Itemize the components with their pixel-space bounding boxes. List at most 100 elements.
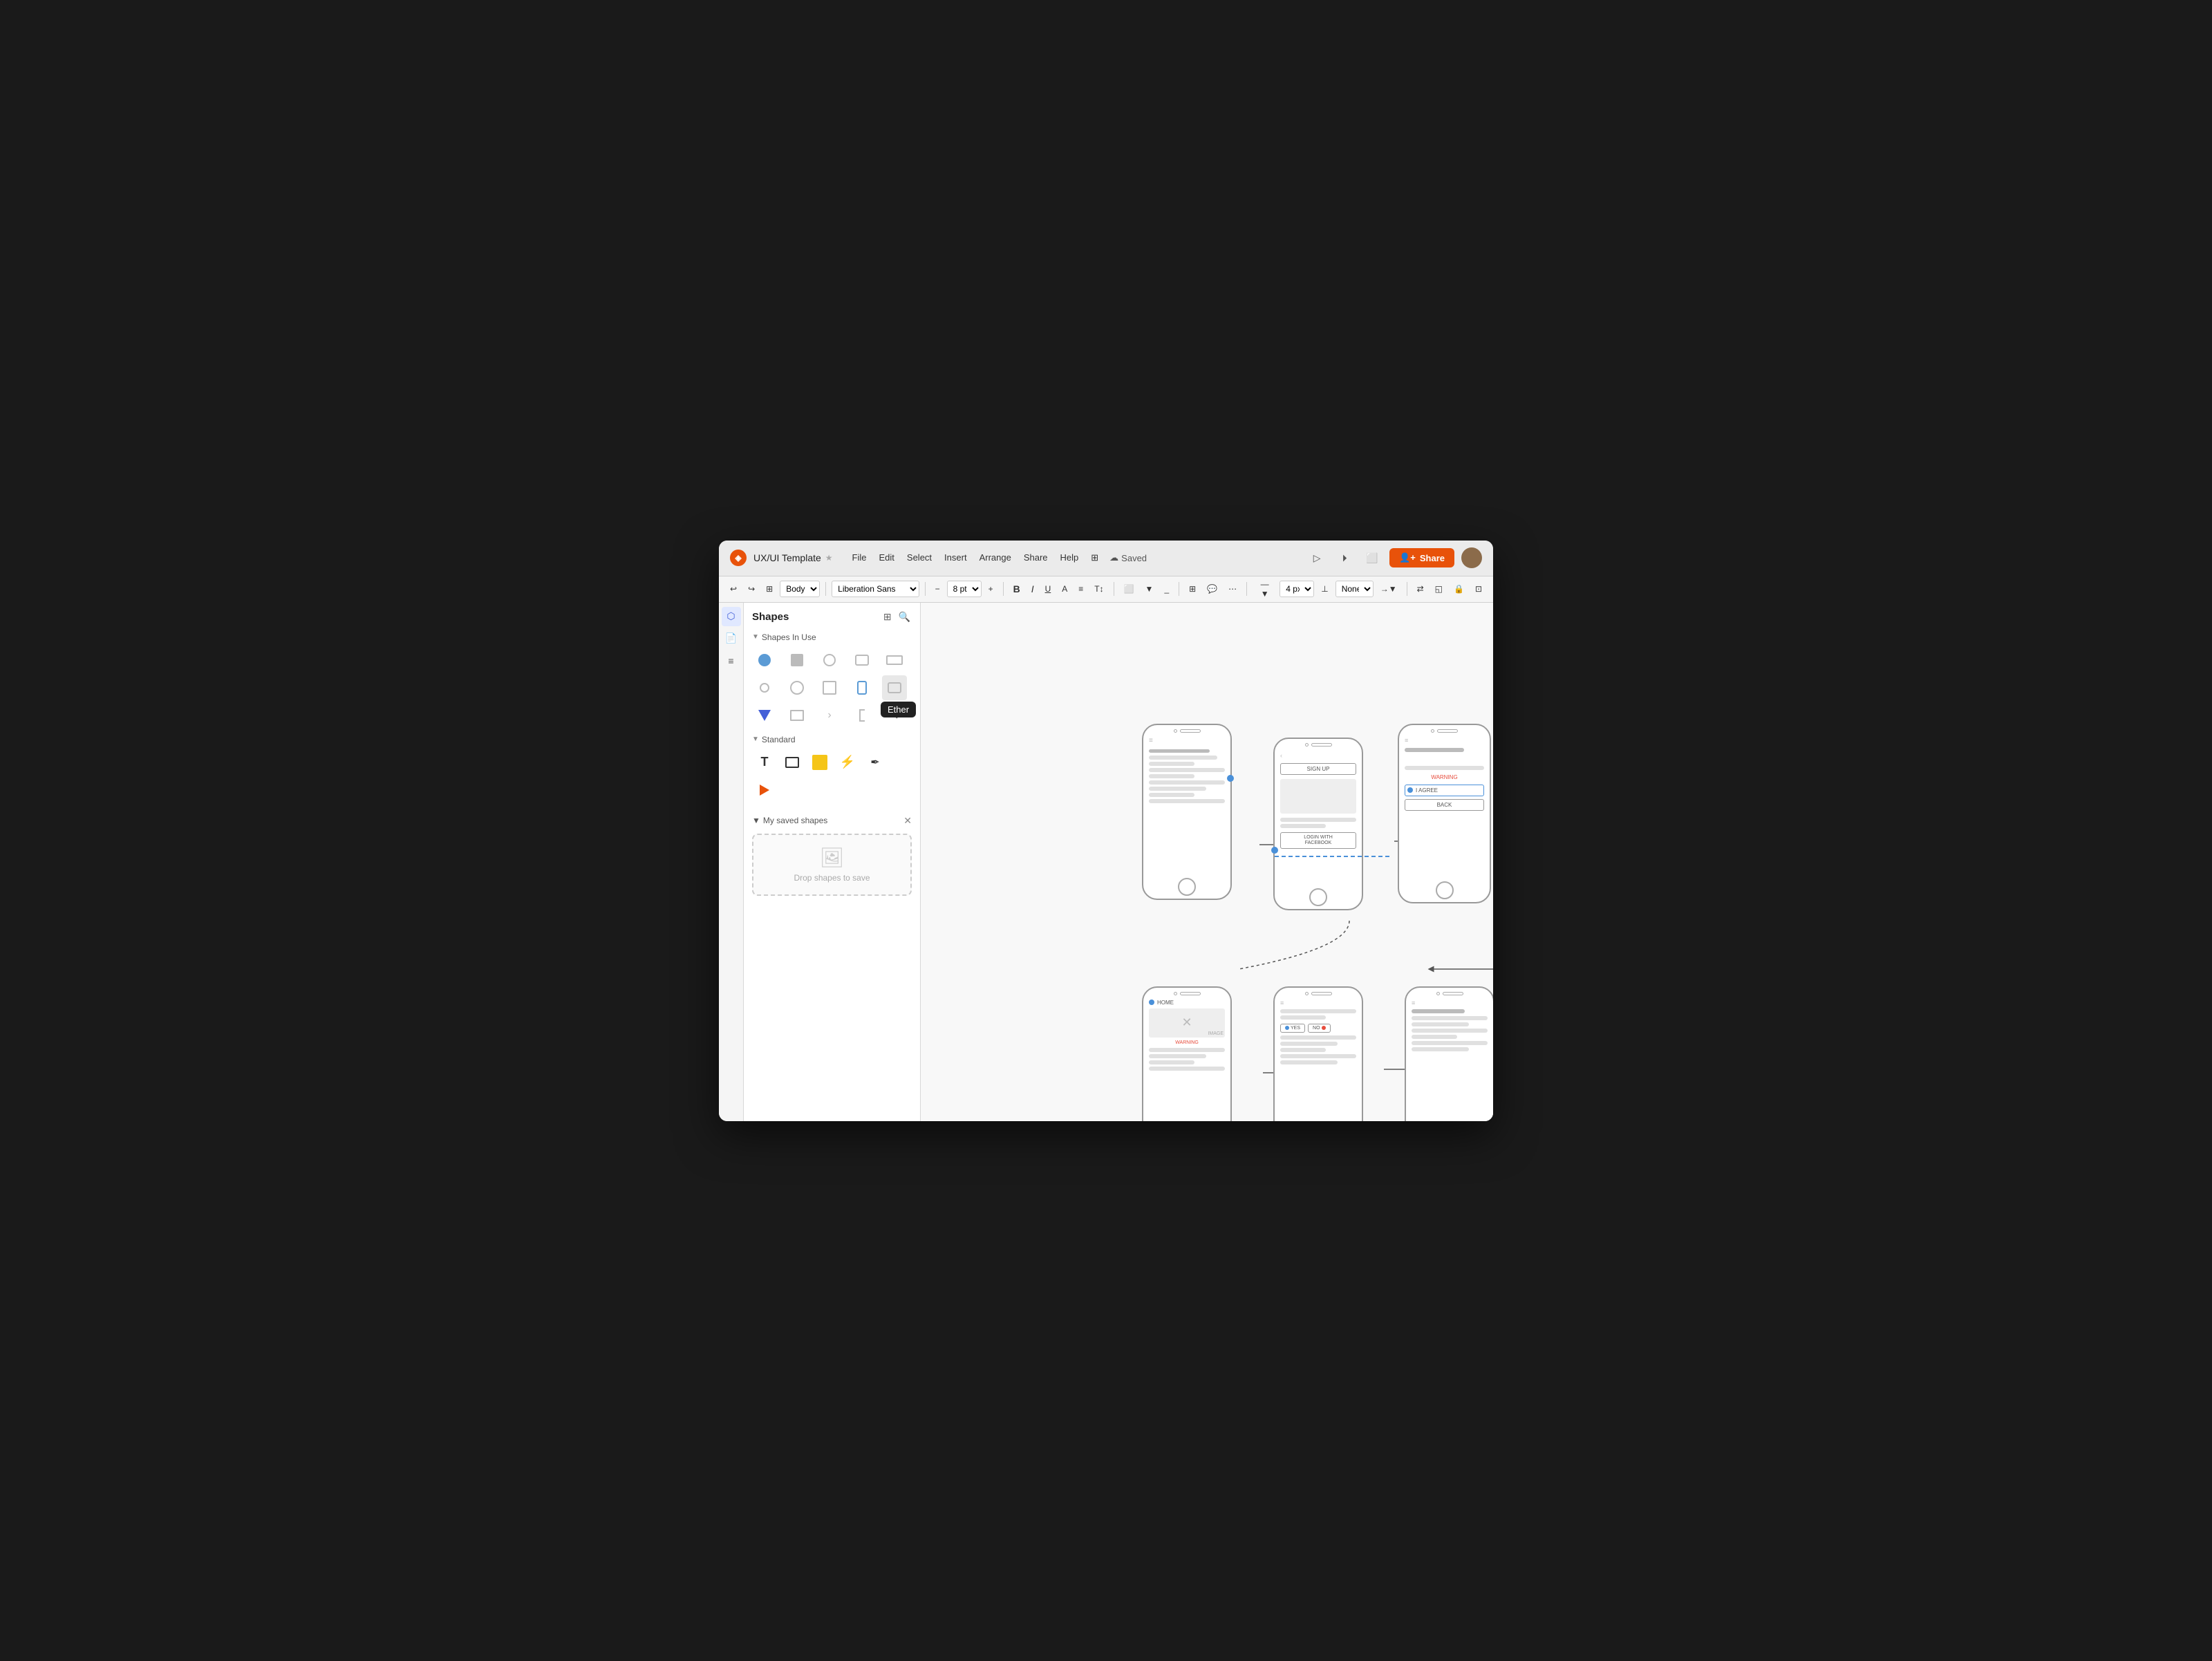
shape-circle-sm[interactable] — [752, 675, 777, 700]
std-pen-item[interactable]: ✒ — [863, 750, 888, 775]
collapse-btn[interactable]: ⊡ — [1471, 582, 1486, 596]
phone-frame-5: ≡ YES NO — [1273, 986, 1363, 1121]
screen-btn[interactable]: ⬜ — [1362, 547, 1382, 568]
shapes-grid-icon[interactable]: ⊞ — [882, 610, 893, 624]
shape-selected[interactable]: Ether — [882, 675, 907, 700]
warning-text-1: WARNING — [1405, 774, 1484, 780]
shapes-panel-title: Shapes — [752, 611, 789, 623]
canvas-area[interactable]: ≡ — [921, 603, 1493, 1121]
main-area: ⬡ 📄 ≡ Shapes ⊞ 🔍 ▼ Shapes In Use — [719, 603, 1493, 1121]
agree-btn: I AGREE — [1405, 785, 1484, 796]
more-btn[interactable]: ⋯ — [1224, 582, 1241, 596]
comment-btn[interactable]: 💬 — [1203, 582, 1221, 596]
phone-frame-2: ‹ SIGN UP LOGIN WITHFACEBOOK — [1273, 738, 1363, 910]
std-rect-item[interactable] — [780, 750, 805, 775]
user-avatar[interactable] — [1461, 547, 1482, 568]
italic-btn[interactable]: I — [1027, 581, 1038, 597]
format-btn[interactable]: ⊞ — [762, 582, 777, 596]
shape-rect-outline[interactable] — [850, 648, 874, 673]
warning-text-2: WARNING — [1149, 1040, 1225, 1045]
phone-2-content: ‹ SIGN UP LOGIN WITHFACEBOOK — [1275, 749, 1362, 885]
phone-6-dot — [1436, 992, 1440, 995]
font-color-btn[interactable]: A — [1058, 582, 1071, 596]
shape-rect-wide[interactable] — [882, 648, 907, 673]
std-play-item[interactable] — [752, 778, 777, 803]
highlight-btn[interactable]: ▼ — [1141, 582, 1158, 596]
line-end-btn[interactable]: ⊥ — [1317, 582, 1332, 596]
font-increase-btn[interactable]: + — [984, 582, 997, 596]
menu-insert[interactable]: Insert — [939, 550, 973, 566]
phone-5-speaker — [1311, 992, 1332, 995]
undo-btn[interactable]: ↩ — [726, 582, 741, 596]
shapes-tool[interactable]: ⬡ — [722, 607, 741, 626]
shape-cursor[interactable]: ↖ — [882, 703, 907, 728]
saved-shapes-header: ▼ My saved shapes ✕ — [744, 811, 920, 831]
bold-btn[interactable]: B — [1009, 581, 1024, 597]
phone-3-top — [1399, 725, 1490, 735]
title-text: UX/UI Template — [753, 552, 821, 563]
play-btn[interactable]: ⏵ — [1334, 547, 1355, 568]
saved-close-btn[interactable]: ✕ — [903, 815, 912, 827]
menu-edit[interactable]: Edit — [874, 550, 900, 566]
saved-shapes-section: ▼ My saved shapes ✕ 🖼 Drop shapes to sav… — [744, 811, 920, 899]
present-btn[interactable]: ▷ — [1306, 547, 1327, 568]
link-btn[interactable]: ⊞ — [1185, 582, 1200, 596]
std-text-item[interactable]: T — [752, 750, 777, 775]
phone-5-top — [1275, 988, 1362, 998]
layers-tool[interactable]: ≡ — [722, 651, 741, 670]
menu-arrange[interactable]: Arrange — [974, 550, 1017, 566]
flip-btn[interactable]: ⇄ — [1413, 582, 1428, 596]
shape-phone-outline[interactable] — [850, 675, 874, 700]
menu-help[interactable]: Help — [1055, 550, 1085, 566]
phone-4-dot — [1174, 992, 1177, 995]
menu-select[interactable]: Select — [901, 550, 937, 566]
group-btn[interactable]: ◱ — [1431, 582, 1447, 596]
no-btn: NO — [1308, 1024, 1331, 1033]
none-select[interactable]: None — [1335, 581, 1374, 597]
phone-1-btn — [1178, 878, 1196, 896]
std-sticky-item[interactable] — [807, 750, 832, 775]
phone-2-dashed-line — [1275, 856, 1389, 857]
line-style-btn[interactable]: —▼ — [1253, 577, 1277, 601]
phone-1-dot — [1174, 729, 1177, 733]
tool-strip: ⬡ 📄 ≡ — [719, 603, 744, 1121]
menu-share[interactable]: Share — [1018, 550, 1053, 566]
shape-triangle[interactable] — [752, 703, 777, 728]
align-btn[interactable]: ≡ — [1074, 582, 1087, 596]
font-decrease-btn[interactable]: − — [931, 582, 944, 596]
standard-section-header: ▼ Standard — [744, 731, 920, 747]
menu-grid[interactable]: ⊞ — [1085, 550, 1104, 566]
star-icon[interactable]: ★ — [825, 553, 833, 563]
text-style-btn[interactable]: T↕ — [1090, 582, 1107, 596]
arrow-select[interactable]: →▼ — [1376, 582, 1401, 596]
shape-bracket[interactable] — [850, 703, 874, 728]
shapes-in-use-label: Shapes In Use — [762, 632, 816, 642]
sep6 — [1246, 582, 1247, 596]
app-window: ◈ UX/UI Template ★ File Edit Select Inse… — [719, 541, 1493, 1121]
format-toolbar: ↩ ↪ ⊞ Body Liberation Sans − 8 pt + B I … — [719, 576, 1493, 603]
saved-section-arrow: ▼ — [752, 816, 760, 825]
shape-filled-circle[interactable] — [752, 648, 777, 673]
shape-circle-lg[interactable] — [785, 675, 809, 700]
drop-zone[interactable]: 🖼 Drop shapes to save — [752, 834, 912, 896]
shape-arrow[interactable]: › — [817, 703, 842, 728]
shape-filled-rect[interactable] — [785, 648, 809, 673]
underline-btn[interactable]: U — [1041, 582, 1056, 596]
shape-circle-outline[interactable] — [817, 648, 842, 673]
style-select[interactable]: Body — [780, 581, 820, 597]
pages-tool[interactable]: 📄 — [722, 629, 741, 648]
redo-btn[interactable]: ↪ — [744, 582, 759, 596]
font-select[interactable]: Liberation Sans — [832, 581, 919, 597]
std-lightning-item[interactable]: ⚡ — [835, 750, 860, 775]
line-weight-select[interactable]: 4 px — [1280, 581, 1314, 597]
underline2-btn[interactable]: _ — [1160, 582, 1173, 596]
shape-rect3[interactable] — [785, 703, 809, 728]
shapes-search-icon[interactable]: 🔍 — [897, 610, 912, 624]
menu-file[interactable]: File — [847, 550, 872, 566]
shape-fill-btn[interactable]: ⬜ — [1120, 582, 1138, 596]
sep3 — [1003, 582, 1004, 596]
shape-rect2[interactable] — [817, 675, 842, 700]
share-button[interactable]: 👤+ Share — [1389, 548, 1454, 567]
font-size-select[interactable]: 8 pt — [947, 581, 982, 597]
lock-btn[interactable]: 🔒 — [1450, 582, 1468, 596]
